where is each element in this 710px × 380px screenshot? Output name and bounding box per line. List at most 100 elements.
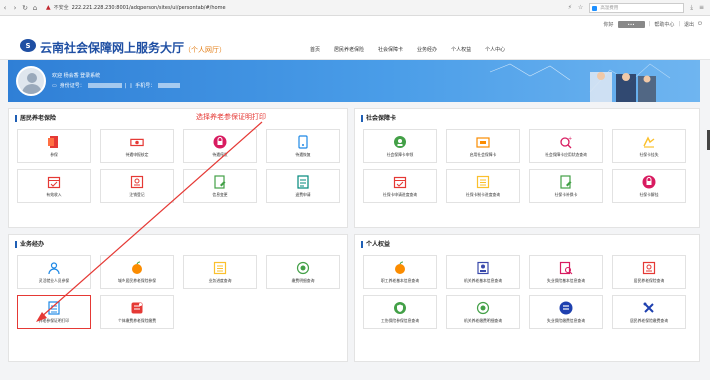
logo-icon: S — [20, 39, 36, 52]
menu-icon[interactable]: ≡ — [699, 4, 704, 11]
username-badge: ••• — [617, 20, 645, 28]
tile-card-make-progress[interactable]: 社保卡制卡进度查询 — [446, 169, 520, 203]
tile-grid: 职工养老基本信息查询 机关养老基本信息查询 失业保险基本信息查询 居民养老保险查… — [363, 255, 709, 335]
shield-icon — [393, 301, 407, 315]
tile-progress-query[interactable]: 业务进度查询 — [183, 255, 257, 289]
tile-resident-pension-payment[interactable]: 居民养老保险缴费查询 — [612, 295, 686, 329]
tile-payment-detail[interactable]: 缴费明细查询 — [266, 255, 340, 289]
greeting-label: 你好 — [603, 21, 614, 28]
home-icon[interactable]: ⌂ — [30, 4, 40, 12]
url-text[interactable]: 222.221.228.230:8001/adqperson/sites/ui/… — [72, 5, 226, 11]
tile-resident-pension-query[interactable]: 居民养老保险查询 — [612, 255, 686, 289]
hand-icon — [642, 135, 656, 149]
security-label: 不安全 — [53, 5, 69, 11]
doc-list-icon — [296, 174, 310, 189]
nav-pension[interactable]: 居民养老保险 — [334, 46, 364, 53]
tile-label: 待遇恢复 — [295, 151, 311, 157]
tile-flexible-enroll[interactable]: 灵活就业人员参保 — [17, 255, 91, 289]
section-social-card: 社会保障卡 社会保障卡申领 启用社会保障卡 + 社会保障卡应用状态查询 社保卡挂… — [354, 108, 700, 228]
tile-label: 机关养老基本信息查询 — [464, 277, 502, 283]
record-icon — [559, 301, 573, 315]
tile-resident-enroll[interactable]: 城乡居民养老保险参保 — [100, 255, 174, 289]
nav-business[interactable]: 业务经办 — [417, 46, 437, 53]
section-business: 业务经办 灵活就业人员参保 城乡居民养老保险参保 业务进度查询 缴费明细查询 养… — [8, 234, 348, 362]
nav-social-card[interactable]: 社会保障卡 — [378, 46, 403, 53]
tile-label: 有效收入 — [46, 191, 62, 197]
tile-employee-pension-info[interactable]: 职工养老基本信息查询 — [363, 255, 437, 289]
tile-individual-payment[interactable]: 个体缴费养老保险缴费 — [100, 295, 174, 329]
id-label: 身份证号： — [59, 83, 85, 89]
tile-card-apply[interactable]: 社会保障卡申领 — [363, 129, 437, 163]
divider: | — [648, 21, 651, 27]
help-link[interactable]: 帮助中心 — [654, 21, 674, 28]
tile-label: 注销登记 — [129, 191, 145, 197]
reload-icon[interactable]: ↻ — [20, 4, 30, 12]
extension-icon[interactable]: ⚡ — [568, 4, 572, 11]
tile-enroll[interactable]: 参保 — [17, 129, 91, 163]
tile-refund[interactable]: 退费申请 — [266, 169, 340, 203]
tools-icon — [642, 301, 656, 315]
tile-label: 社会保障卡应用状态查询 — [545, 151, 587, 157]
nav-rights[interactable]: 个人权益 — [451, 46, 471, 53]
tile-injury-insurance-info[interactable]: 工伤保险参保信息查询 — [363, 295, 437, 329]
browser-search-input[interactable]: 高温费用 — [589, 2, 685, 13]
tile-pension-certificate-print[interactable]: 养老参保证明打印 — [17, 295, 91, 329]
coin-icon — [476, 301, 490, 315]
banner-decoration — [489, 63, 671, 102]
tile-label: 社保卡补换卡 — [554, 191, 578, 197]
address-bar[interactable]: ▲ 不安全 222.221.228.230:8001/adqperson/sit… — [46, 4, 226, 11]
tile-card-status[interactable]: + 社会保障卡应用状态查询 — [529, 129, 603, 163]
nav-home[interactable]: 首页 — [310, 46, 320, 53]
forward-icon[interactable]: › — [10, 4, 20, 12]
lock-icon — [642, 175, 656, 189]
lock-icon — [213, 135, 227, 149]
tile-institution-pension-info[interactable]: 机关养老基本信息查询 — [446, 255, 520, 289]
tile-label: 个体缴费养老保险缴费 — [118, 317, 156, 323]
main-nav: 首页 居民养老保险 社会保障卡 业务经办 个人权益 个人中心 — [310, 46, 505, 53]
coin-icon — [296, 261, 310, 275]
section-title: 个人权益 — [361, 241, 390, 248]
tile-info-change[interactable]: 信息变更 — [183, 169, 257, 203]
apple-icon — [130, 261, 144, 275]
tile-card-loss[interactable]: 社保卡挂失 — [612, 129, 686, 163]
id-card-icon — [642, 261, 656, 275]
browser-right-tools: ⚡ ☆ 高温费用 ⤓ ≡ — [568, 2, 704, 13]
tile-label: 工伤保险参保信息查询 — [381, 317, 419, 323]
back-icon[interactable]: ‹ — [0, 4, 10, 12]
calendar-icon — [393, 175, 407, 189]
print-doc-icon — [47, 300, 61, 315]
star-icon[interactable]: ☆ — [578, 4, 583, 11]
power-icon[interactable]: ⏻ — [698, 21, 702, 27]
nav-personal-center[interactable]: 个人中心 — [485, 46, 505, 53]
section-title: 居民养老保险 — [15, 115, 56, 122]
tile-card-unlock[interactable]: 社保卡解挂 — [612, 169, 686, 203]
doc-print-icon — [130, 301, 144, 315]
user-id-row: ▭ 身份证号： | ▯ 手机号： — [52, 82, 181, 89]
tile-institution-payment-detail[interactable]: 机关养老缴费明细查询 — [446, 295, 520, 329]
section-personal-rights: 个人权益 职工养老基本信息查询 机关养老基本信息查询 失业保险基本信息查询 居民… — [354, 234, 700, 362]
tile-label: 信息变更 — [212, 191, 228, 197]
tile-unemployment-info[interactable]: 失业保险基本信息查询 — [529, 255, 603, 289]
section-title: 业务经办 — [15, 241, 44, 248]
tile-card-activate[interactable]: 启用社会保障卡 — [446, 129, 520, 163]
tile-card-replace[interactable]: 社保卡补换卡 — [529, 169, 603, 203]
id-card-icon — [130, 175, 144, 189]
tile-benefit-resume[interactable]: 待遇恢复 — [266, 129, 340, 163]
site-subtitle: （个人网厅） — [184, 46, 227, 54]
tile-grid: 灵活就业人员参保 城乡居民养老保险参保 业务进度查询 缴费明细查询 养老参保证明… — [17, 255, 357, 335]
tile-label: 社保卡解挂 — [639, 191, 659, 197]
site-title: 云南社会保障网上服务大厅（个人网厅） — [40, 39, 226, 56]
logout-link[interactable]: 退出 — [684, 21, 694, 28]
tile-cancel-registration[interactable]: 注销登记 — [100, 169, 174, 203]
tile-benefit-stop[interactable]: 待遇停发 — [183, 129, 257, 163]
tile-benefit-declare[interactable]: 待遇申报核定 — [100, 129, 174, 163]
tile-income[interactable]: 有效收入 — [17, 169, 91, 203]
tile-unemployment-payment[interactable]: 失业保险缴费信息查询 — [529, 295, 603, 329]
divider: | — [678, 21, 681, 27]
tile-card-apply-progress[interactable]: 社保卡申请进度查询 — [363, 169, 437, 203]
tile-label: 退费申请 — [295, 191, 311, 197]
tile-label: 业务进度查询 — [208, 277, 232, 283]
download-icon[interactable]: ⤓ — [690, 4, 693, 12]
tile-label: 缴费明细查询 — [291, 277, 315, 283]
tile-label: 社保卡挂失 — [639, 151, 659, 157]
